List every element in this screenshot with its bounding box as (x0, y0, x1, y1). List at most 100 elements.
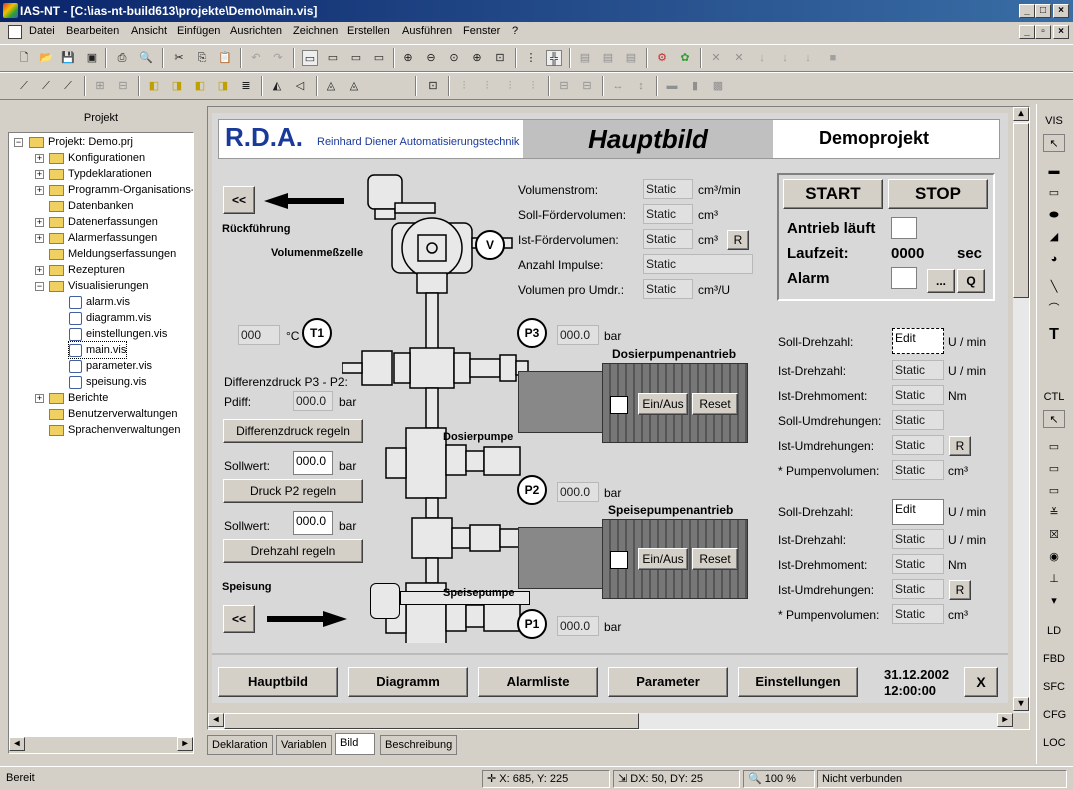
differenzdruck-regeln-button[interactable]: Differenzdruck regeln (223, 419, 363, 443)
group-icon[interactable]: ⊞ (92, 78, 108, 94)
undo-icon[interactable]: ↶ (248, 50, 264, 66)
tree-item-speisung-vis[interactable]: speisung.vis (69, 374, 147, 390)
vis-tab[interactable]: VIS (1043, 112, 1065, 130)
minimize-button[interactable]: _ (1019, 4, 1035, 18)
pie-icon[interactable]: ◕ (1043, 250, 1065, 268)
dos-reset-umdrehungen-button[interactable]: R (949, 436, 971, 456)
nav-hauptbild-button[interactable]: Hauptbild (218, 667, 338, 697)
step-over-icon[interactable]: ↓ (777, 50, 793, 66)
tree-item-datenerfassungen[interactable]: Datenerfassungen (49, 214, 158, 230)
druck-p2-regeln-button[interactable]: Druck P2 regeln (223, 479, 363, 503)
canvas-vscrollbar[interactable]: ▴ ▾ (1013, 107, 1029, 713)
align-right-icon[interactable]: ⫶ (479, 78, 495, 94)
ctl-button-icon[interactable]: ▭ (1043, 482, 1065, 500)
tree-item-diagramm-vis[interactable]: diagramm.vis (69, 310, 151, 326)
dosing-reset-button[interactable]: Reset (692, 393, 738, 415)
connect-icon[interactable]: ✕ (708, 50, 724, 66)
drehzahl-regeln-button[interactable]: Drehzahl regeln (223, 539, 363, 563)
collapse-icon[interactable]: − (14, 138, 23, 147)
draw-a-icon[interactable]: ⟋ (16, 78, 32, 94)
tree-item-sprachenverwaltungen[interactable]: Sprachenverwaltungen (49, 422, 181, 438)
zoom-icon[interactable]: ⊕ (469, 50, 485, 66)
flip-v-icon[interactable]: ◁ (292, 78, 308, 94)
ctl-static-icon[interactable]: ▭ (1043, 460, 1065, 478)
new-icon[interactable]: 🗋 (16, 50, 32, 66)
feed-soll-drehzahl-input[interactable]: Edit (892, 499, 944, 525)
expand-icon[interactable]: + (35, 186, 44, 195)
copy-icon[interactable]: ⎘ (194, 50, 210, 66)
window3-icon[interactable]: ▭ (348, 50, 364, 66)
canvas-hscrollbar[interactable]: ◂ ▸ (208, 713, 1013, 729)
tree-item-alarmerfassungen[interactable]: Alarmerfassungen (49, 230, 157, 246)
fbd-tab[interactable]: FBD (1043, 650, 1065, 668)
ctl-field-icon[interactable]: ▭ (1043, 438, 1065, 456)
backward-icon[interactable]: ◨ (215, 78, 231, 94)
alarm-details-button[interactable]: ... (927, 269, 955, 293)
back-icon[interactable]: ◨ (169, 78, 185, 94)
menu-zeichnen[interactable]: Zeichnen (293, 25, 338, 37)
redo-icon[interactable]: ↷ (270, 50, 286, 66)
alarm-quit-button[interactable]: Q (957, 269, 985, 293)
step-out-icon[interactable]: ↓ (800, 50, 816, 66)
ctl-checkbox-icon[interactable]: ☒ (1043, 526, 1065, 544)
menu-ausfuehren[interactable]: Ausführen (402, 25, 452, 37)
size-w-icon[interactable]: ▬ (664, 78, 680, 94)
tool-a-icon[interactable]: ▤ (577, 50, 593, 66)
flip-h-icon[interactable]: ◭ (269, 78, 285, 94)
ctl-dropdown-icon[interactable]: ▾ (1043, 592, 1065, 610)
rotate-r-icon[interactable]: ◬ (346, 78, 362, 94)
start-button[interactable]: START (783, 179, 883, 209)
tree-item-main-vis[interactable]: main.vis (67, 341, 128, 359)
menu-bearbeiten[interactable]: Bearbeiten (66, 25, 119, 37)
back-rueckfuehrung-button[interactable]: << (223, 186, 255, 214)
scroll-left-icon[interactable]: ◂ (9, 737, 25, 751)
menu-datei[interactable]: Datei (29, 25, 55, 37)
scroll-down-icon[interactable]: ▾ (1013, 697, 1029, 711)
grid-icon[interactable]: ⋮ (523, 50, 539, 66)
window4-icon[interactable]: ▭ (371, 50, 387, 66)
forward-icon[interactable]: ◧ (192, 78, 208, 94)
space-v-icon[interactable]: ↕ (633, 78, 649, 94)
doc-icon[interactable] (8, 25, 22, 39)
space-h-icon[interactable]: ↔ (610, 78, 626, 94)
tree-item-meldungserfassungen[interactable]: Meldungserfassungen (49, 246, 176, 262)
tab-variablen[interactable]: Variablen (276, 735, 332, 755)
reset-foerdervolumen-button[interactable]: R (727, 230, 749, 250)
center-v-icon[interactable]: ⊟ (579, 78, 595, 94)
feed-reset-umdrehungen-button[interactable]: R (949, 580, 971, 600)
rect-icon[interactable]: ▬ (1043, 162, 1065, 180)
arc-icon[interactable]: ◢ (1043, 228, 1065, 246)
child-close-button[interactable]: × (1053, 25, 1069, 39)
tool-b-icon[interactable]: ▤ (600, 50, 616, 66)
save-all-icon[interactable]: ▣ (84, 50, 100, 66)
child-minimize-button[interactable]: _ (1019, 25, 1035, 39)
sollwert-input-2[interactable]: 000.0 (293, 511, 333, 535)
center-h-icon[interactable]: ⊟ (556, 78, 572, 94)
draw-b-icon[interactable]: ⟋ (38, 78, 54, 94)
tree-item-berichte[interactable]: Berichte (49, 390, 108, 406)
ellipse-icon[interactable]: ⬬ (1043, 206, 1065, 224)
tree-item-benutzerverwaltungen[interactable]: Benutzerverwaltungen (49, 406, 177, 422)
expand-icon[interactable]: + (35, 234, 44, 243)
menu-ansicht[interactable]: Ansicht (131, 25, 167, 37)
pointer-icon[interactable]: ↖ (1043, 134, 1065, 152)
expand-icon[interactable]: + (35, 218, 44, 227)
cfg-tab[interactable]: CFG (1043, 706, 1066, 724)
menu-fenster[interactable]: Fenster (463, 25, 500, 37)
ctl-slider-icon[interactable]: ≚ (1043, 504, 1065, 522)
align-bottom-icon[interactable]: ⫶ (525, 78, 541, 94)
tool-c-icon[interactable]: ▤ (623, 50, 639, 66)
save-icon[interactable]: 💾 (60, 50, 76, 66)
window-icon[interactable]: ▭ (302, 50, 318, 66)
feed-einaus-button[interactable]: Ein/Aus (638, 548, 688, 570)
compile-icon[interactable]: ✿ (677, 50, 693, 66)
vscroll-thumb[interactable] (1013, 123, 1029, 298)
tab-beschreibung[interactable]: Beschreibung (380, 735, 458, 755)
snap-icon[interactable]: ╬ (546, 50, 562, 66)
nav-parameter-button[interactable]: Parameter (608, 667, 728, 697)
rotate-l-icon[interactable]: ◬ (323, 78, 339, 94)
stop-button[interactable]: STOP (888, 179, 988, 209)
stop-icon[interactable]: ■ (825, 50, 841, 66)
cut-icon[interactable]: ✂ (171, 50, 187, 66)
tree-item-parameter-vis[interactable]: parameter.vis (69, 358, 152, 374)
